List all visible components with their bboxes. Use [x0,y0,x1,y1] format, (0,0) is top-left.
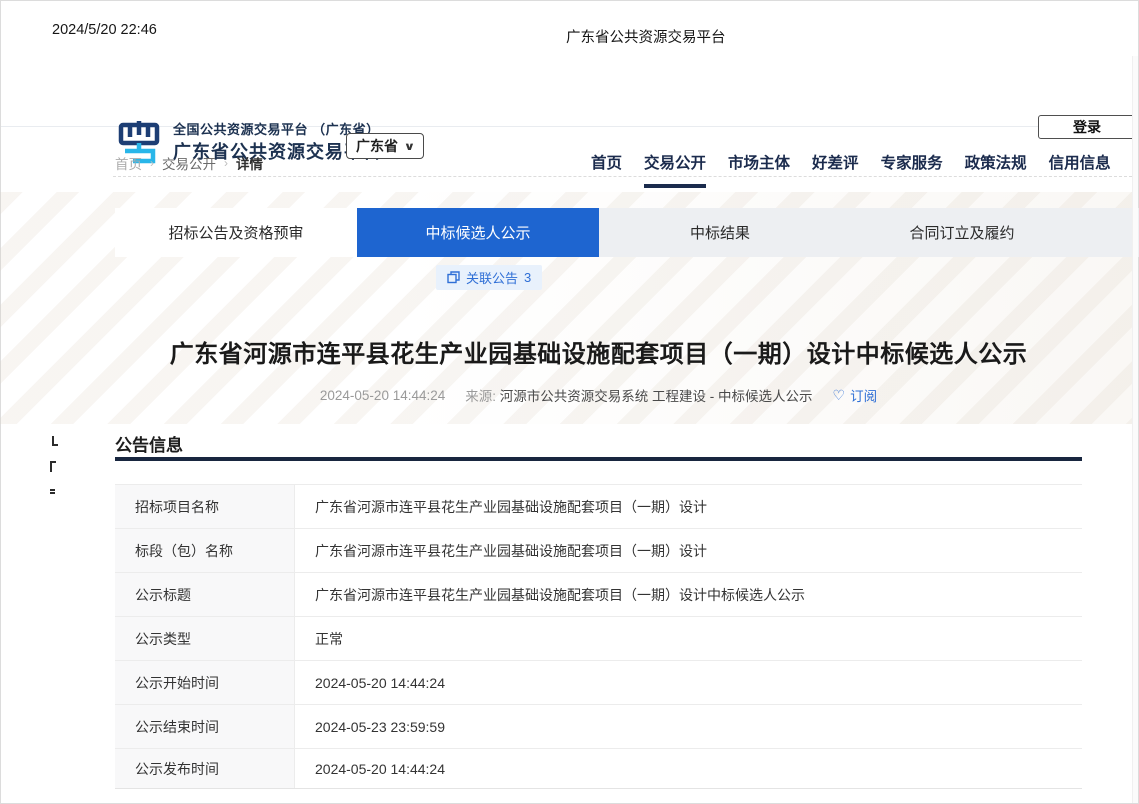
source-label: 来源: [465,389,496,404]
row-value: 广东省河源市连平县花生产业园基础设施配套项目（一期）设计 [295,529,1082,572]
announcement-info-table: 招标项目名称 广东省河源市连平县花生产业园基础设施配套项目（一期）设计 标段（包… [115,484,1082,789]
table-row: 公示类型 正常 [115,617,1082,661]
source: 来源: 河源市公共资源交易系统 工程建设 - 中标候选人公示 [465,385,812,405]
related-announcements-link[interactable]: 关联公告 3 [436,265,542,290]
clipped-text-artifact [50,489,55,494]
row-label: 公示标题 [115,573,295,616]
login-button[interactable]: 登录 [1038,115,1136,139]
nav-item-expert[interactable]: 专家服务 [881,151,943,188]
subscribe-button[interactable]: ♡ 订阅 [833,385,878,405]
row-label: 招标项目名称 [115,485,295,528]
breadcrumb-separator: › [150,156,154,170]
table-row: 标段（包）名称 广东省河源市连平县花生产业园基础设施配套项目（一期）设计 [115,529,1082,573]
related-announcements-count: 3 [524,270,531,285]
table-row: 公示结束时间 2024-05-23 23:59:59 [115,705,1082,749]
stage-tabs: 招标公告及资格预审 中标候选人公示 中标结果 合同订立及履约 [115,208,1139,257]
nav-item-market-entity[interactable]: 市场主体 [728,151,790,188]
row-label: 公示发布时间 [115,749,295,788]
table-row: 招标项目名称 广东省河源市连平县花生产业园基础设施配套项目（一期）设计 [115,485,1082,529]
site-header: 全国公共资源交易平台 （广东省） 广东省公共资源交易平台 广东省 ∨ 登录 首页… [1,55,1138,127]
row-value: 广东省河源市连平县花生产业园基础设施配套项目（一期）设计 [295,485,1082,528]
row-label: 公示类型 [115,617,295,660]
related-docs-icon [447,271,460,284]
publish-time: 2024-05-20 14:44:24 [320,388,445,403]
clipped-text-artifact [52,436,58,446]
print-page-title: 广东省公共资源交易平台 [566,26,726,47]
nav-item-home[interactable]: 首页 [591,151,622,188]
breadcrumb-separator: › [224,156,228,170]
chevron-down-icon: ∨ [404,140,416,153]
table-row: 公示标题 广东省河源市连平县花生产业园基础设施配套项目（一期）设计中标候选人公示 [115,573,1082,617]
breadcrumb-trade-public[interactable]: 交易公开 [162,153,216,173]
heart-icon: ♡ [833,387,846,404]
subscribe-label: 订阅 [850,385,877,405]
nav-item-policy[interactable]: 政策法规 [965,151,1027,188]
announcement-meta: 2024-05-20 14:44:24 来源: 河源市公共资源交易系统 工程建设… [115,385,1082,405]
breadcrumb: 首页 › 交易公开 › 详情 [115,153,263,173]
nav-item-trade-public[interactable]: 交易公开 [644,151,706,188]
announcement-title: 广东省河源市连平县花生产业园基础设施配套项目（一期）设计中标候选人公示 [115,334,1082,369]
table-row: 公示发布时间 2024-05-20 14:44:24 [115,749,1082,789]
section-title-announcement-info: 公告信息 [115,431,183,456]
row-label: 标段（包）名称 [115,529,295,572]
source-value: 河源市公共资源交易系统 工程建设 - 中标候选人公示 [500,389,813,404]
main-nav: 首页 交易公开 市场主体 好差评 专家服务 政策法规 信用信息 [591,151,1134,188]
breadcrumb-home[interactable]: 首页 [115,153,142,173]
row-value: 2024-05-20 14:44:24 [295,749,1082,788]
tab-contract[interactable]: 合同订立及履约 [841,208,1083,257]
row-label: 公示开始时间 [115,661,295,704]
tab-tender-announcement[interactable]: 招标公告及资格预审 [115,208,357,257]
nav-item-credit[interactable]: 信用信息 [1049,151,1111,188]
region-selector[interactable]: 广东省 ∨ [346,133,424,159]
row-value: 2024-05-20 14:44:24 [295,661,1082,704]
region-selector-label: 广东省 [356,136,398,156]
page-right-gutter [1132,56,1138,803]
row-value: 广东省河源市连平县花生产业园基础设施配套项目（一期）设计中标候选人公示 [295,573,1082,616]
row-value: 正常 [295,617,1082,660]
breadcrumb-detail: 详情 [236,153,263,173]
dashed-divider [113,176,1137,177]
table-row: 公示开始时间 2024-05-20 14:44:24 [115,661,1082,705]
nav-item-rating[interactable]: 好差评 [812,151,859,188]
section-title-underline [115,457,1082,461]
tab-winning-result[interactable]: 中标结果 [599,208,841,257]
print-datetime: 2024/5/20 22:46 [52,22,157,38]
row-label: 公示结束时间 [115,705,295,748]
clipped-text-artifact [50,461,56,472]
tab-winner-candidate[interactable]: 中标候选人公示 [357,208,599,257]
related-announcements-label: 关联公告 [466,268,518,287]
row-value: 2024-05-23 23:59:59 [295,705,1082,748]
page: { "print_header": { "datetime": "2024/5/… [0,0,1139,804]
